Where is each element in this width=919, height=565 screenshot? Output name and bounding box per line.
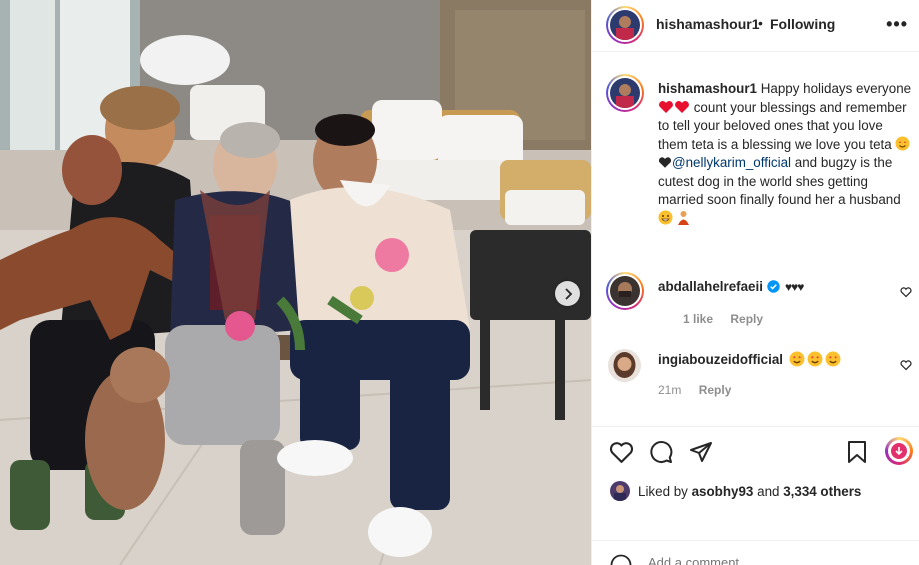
verified-badge-icon — [767, 280, 780, 293]
share-icon[interactable] — [689, 440, 713, 464]
grin-icon — [658, 210, 673, 224]
comment-likes[interactable]: 1 like — [683, 312, 713, 326]
header-separator: • — [758, 15, 763, 31]
more-icon[interactable]: ••• — [886, 14, 908, 35]
comment-input[interactable] — [648, 555, 848, 565]
author-avatar[interactable] — [606, 6, 644, 44]
red-heart-icon — [675, 100, 689, 113]
comment-text: ♥♥♥ — [784, 279, 804, 294]
comment-emojis — [789, 351, 841, 367]
liker-username[interactable]: asobhy93 — [692, 484, 754, 499]
star-struck-icon — [895, 136, 910, 150]
caption-username[interactable]: hishamashour1 — [658, 81, 757, 96]
post-header: hishamashour1 • Following ••• — [592, 0, 919, 52]
caption-text-2: count your blessings and remember to tel… — [658, 99, 907, 152]
comment-meta: 21m Reply — [658, 383, 745, 397]
heart-icon[interactable] — [900, 359, 912, 371]
star-struck-icon — [807, 351, 823, 367]
likes-prefix: Liked by — [638, 483, 688, 499]
comment-username[interactable]: ingiabouzeidofficial — [658, 352, 783, 367]
star-struck-icon — [825, 351, 841, 367]
comment-reply-button[interactable]: Reply — [699, 383, 732, 397]
smile-icon[interactable] — [610, 554, 632, 565]
likes-middle: and — [757, 483, 780, 499]
bookmark-icon[interactable] — [846, 440, 868, 464]
caption-avatar[interactable] — [606, 74, 644, 112]
heart-icon[interactable] — [609, 440, 634, 464]
post-photo[interactable] — [0, 0, 591, 565]
commenter-avatar[interactable] — [608, 349, 641, 382]
red-heart-icon — [659, 100, 673, 113]
person-icon — [677, 210, 689, 225]
chevron-right-icon — [564, 287, 572, 300]
comment-time: 21m — [658, 383, 682, 397]
comment-icon[interactable] — [649, 440, 673, 464]
liker-avatar[interactable] — [610, 481, 630, 501]
post-image — [0, 0, 591, 565]
likes-summary: Liked by asobhy93 and 3,334 others — [610, 481, 861, 501]
post-sidebar: hishamashour1 • Following ••• hishamasho… — [591, 0, 919, 565]
following-button[interactable]: Following — [770, 16, 835, 32]
likes-count[interactable]: 3,334 others — [783, 484, 861, 499]
next-photo-button[interactable] — [555, 281, 580, 306]
reels-share-button[interactable] — [885, 437, 913, 465]
caption-mention[interactable]: @nellykarim_official — [672, 155, 791, 170]
comment-reply-button[interactable]: Reply — [730, 312, 763, 326]
author-username[interactable]: hishamashour1 — [656, 16, 759, 32]
heart-icon[interactable] — [900, 286, 912, 298]
comment-meta: 1 like Reply — [683, 312, 777, 326]
post-caption: hishamashour1 Happy holidays everyone co… — [658, 80, 916, 228]
add-comment-bar — [592, 540, 919, 565]
caption-text-1: Happy holidays everyone — [760, 81, 912, 96]
star-struck-icon — [789, 351, 805, 367]
black-heart-icon — [658, 157, 672, 168]
action-bar — [592, 426, 919, 478]
comment-username[interactable]: abdallahelrefaeii — [658, 279, 763, 294]
arrow-icon — [895, 447, 903, 456]
commenter-avatar[interactable] — [606, 272, 644, 310]
